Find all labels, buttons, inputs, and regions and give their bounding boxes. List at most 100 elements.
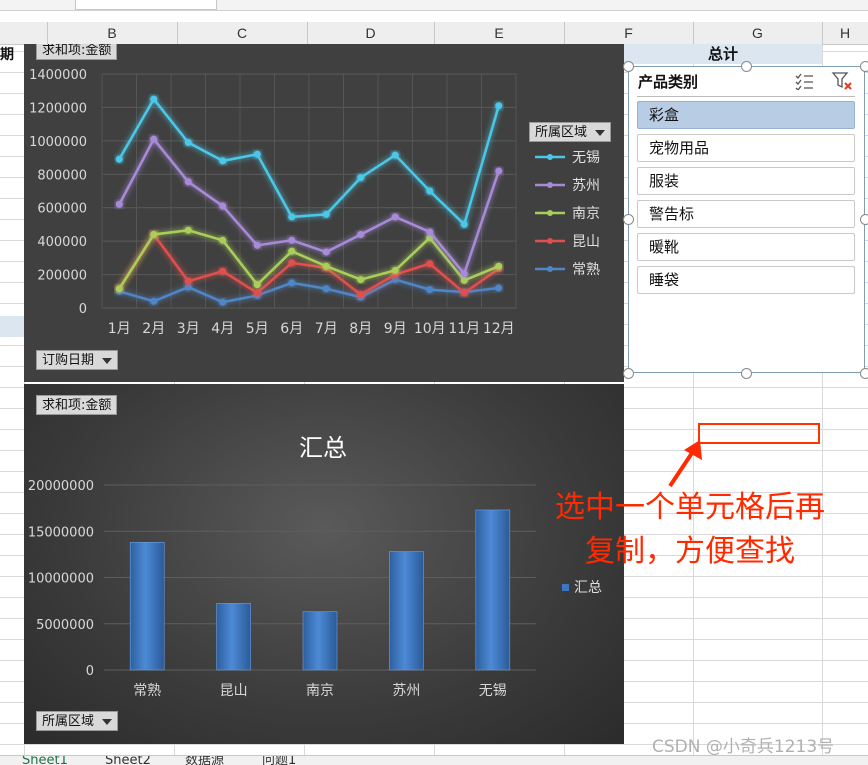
y-tick-label: 10000000 (28, 572, 94, 587)
slicer-item[interactable]: 警告标 (637, 200, 855, 228)
data-point (426, 187, 434, 195)
value-field-button[interactable]: 求和项:金额 (36, 44, 118, 60)
legend-field-button[interactable]: 所属区域 (529, 122, 612, 142)
slicer-title: 产品类别 (638, 73, 699, 91)
y-tick-label: 20000000 (28, 479, 94, 494)
data-point (288, 236, 296, 244)
column-header-row: B C D E F G H (0, 22, 868, 45)
resize-handle[interactable] (860, 61, 868, 72)
y-tick-label: 1200000 (29, 101, 87, 116)
column-header-g[interactable]: G (693, 22, 822, 44)
data-point (253, 150, 261, 158)
legend-marker (547, 238, 553, 244)
resize-handle[interactable] (623, 368, 634, 379)
data-point (219, 157, 227, 165)
value-field-label: 求和项:金额 (42, 398, 112, 413)
x-tick-label: 南京 (306, 683, 334, 699)
product-category-slicer[interactable]: 产品类别 彩盒宠物用品服装警告标暖靴睡袋 (628, 66, 865, 373)
legend-label: 南京 (572, 206, 600, 222)
data-point (184, 226, 192, 234)
legend-marker (547, 266, 553, 272)
y-tick-label: 800000 (37, 168, 87, 183)
data-point (391, 151, 399, 159)
x-tick-label: 11月 (448, 321, 480, 337)
x-tick-label: 4月 (211, 321, 234, 337)
y-tick-label: 1400000 (29, 68, 87, 83)
data-point (460, 270, 468, 278)
multi-select-icon[interactable] (794, 72, 814, 90)
dropdown-arrow-icon (102, 357, 113, 364)
y-tick-label: 0 (86, 664, 94, 679)
x-tick-label: 9月 (384, 321, 407, 337)
legend-label: 常熟 (572, 262, 600, 278)
slicer-item[interactable]: 睡袋 (637, 266, 855, 294)
annotation-text: 选中一个单元格后再 复制，方便查找 (535, 486, 845, 574)
cell-a-header[interactable]: 期 (0, 44, 24, 64)
value-field-label: 求和项:金额 (42, 44, 112, 58)
column-header-f[interactable]: F (564, 22, 693, 44)
slicer-item[interactable]: 彩盒 (637, 101, 855, 129)
data-point (495, 262, 503, 270)
y-tick-label: 400000 (37, 235, 87, 250)
data-point (115, 155, 123, 163)
value-field-button[interactable]: 求和项:金额 (36, 395, 118, 415)
resize-handle[interactable] (860, 368, 868, 379)
x-tick-label: 2月 (142, 321, 165, 337)
dropdown-arrow-icon (595, 129, 606, 136)
x-tick-label: 昆山 (220, 683, 248, 699)
column-header-b[interactable]: B (47, 22, 177, 44)
column-header-d[interactable]: D (307, 22, 434, 44)
column-header-e[interactable]: E (434, 22, 564, 44)
data-point (219, 267, 227, 275)
axis-field-button[interactable]: 订购日期 (36, 350, 119, 370)
data-point (150, 95, 158, 103)
bar-pivot-chart[interactable]: 汇总 0 5000000 10000000 15000000 20000000 常熟 昆山… (24, 384, 624, 744)
bar-chart-plot: 汇总 0 5000000 10000000 15000000 20000000 常熟 昆山… (28, 434, 602, 699)
legend-label: 汇总 (574, 580, 602, 596)
axis-field-button[interactable]: 所属区域 (36, 711, 119, 731)
highlighted-cell[interactable] (0, 316, 24, 337)
clear-filter-icon[interactable] (831, 71, 853, 91)
legend-marker (547, 182, 553, 188)
axis-field-label: 订购日期 (42, 353, 95, 368)
slicer-item[interactable]: 宠物用品 (637, 134, 855, 162)
bar (216, 603, 251, 671)
x-tick-label: 5月 (246, 321, 269, 337)
data-point (184, 139, 192, 147)
data-point (150, 135, 158, 143)
total-header-cell[interactable]: 总计 (624, 44, 822, 64)
data-point (288, 247, 296, 255)
line-chart-plot: 0 200000 400000 600000 800000 1000000 1200000 1… (29, 68, 600, 337)
data-point (357, 291, 365, 299)
legend-label: 昆山 (572, 234, 600, 250)
resize-handle[interactable] (741, 368, 752, 379)
resize-handle[interactable] (623, 61, 634, 72)
data-point (460, 289, 468, 297)
data-point (253, 289, 261, 297)
resize-handle[interactable] (741, 61, 752, 72)
legend-marker (562, 584, 569, 591)
y-tick-label: 600000 (37, 202, 87, 217)
bar-chart-title: 汇总 (299, 434, 347, 462)
slicer-item[interactable]: 服装 (637, 167, 855, 195)
highlight-box (698, 423, 820, 444)
resize-handle[interactable] (860, 214, 868, 225)
x-tick-label: 1月 (108, 321, 131, 337)
data-point (322, 285, 330, 293)
line-pivot-chart[interactable]: 0 200000 400000 600000 800000 1000000 1200000 1… (24, 44, 624, 382)
axis-field-label: 所属区域 (42, 714, 95, 729)
data-point (357, 230, 365, 238)
column-header-h[interactable]: H (822, 22, 868, 44)
x-tick-label: 12月 (483, 321, 515, 337)
bar (302, 611, 338, 671)
formula-input[interactable] (75, 0, 217, 10)
column-header-c[interactable]: C (177, 22, 307, 44)
resize-handle[interactable] (623, 214, 634, 225)
data-point (495, 284, 503, 292)
data-point (184, 277, 192, 285)
x-tick-label: 6月 (280, 321, 303, 337)
data-point (357, 174, 365, 182)
y-tick-label: 200000 (37, 269, 87, 284)
slicer-item[interactable]: 暖靴 (637, 233, 855, 261)
data-point (460, 276, 468, 284)
